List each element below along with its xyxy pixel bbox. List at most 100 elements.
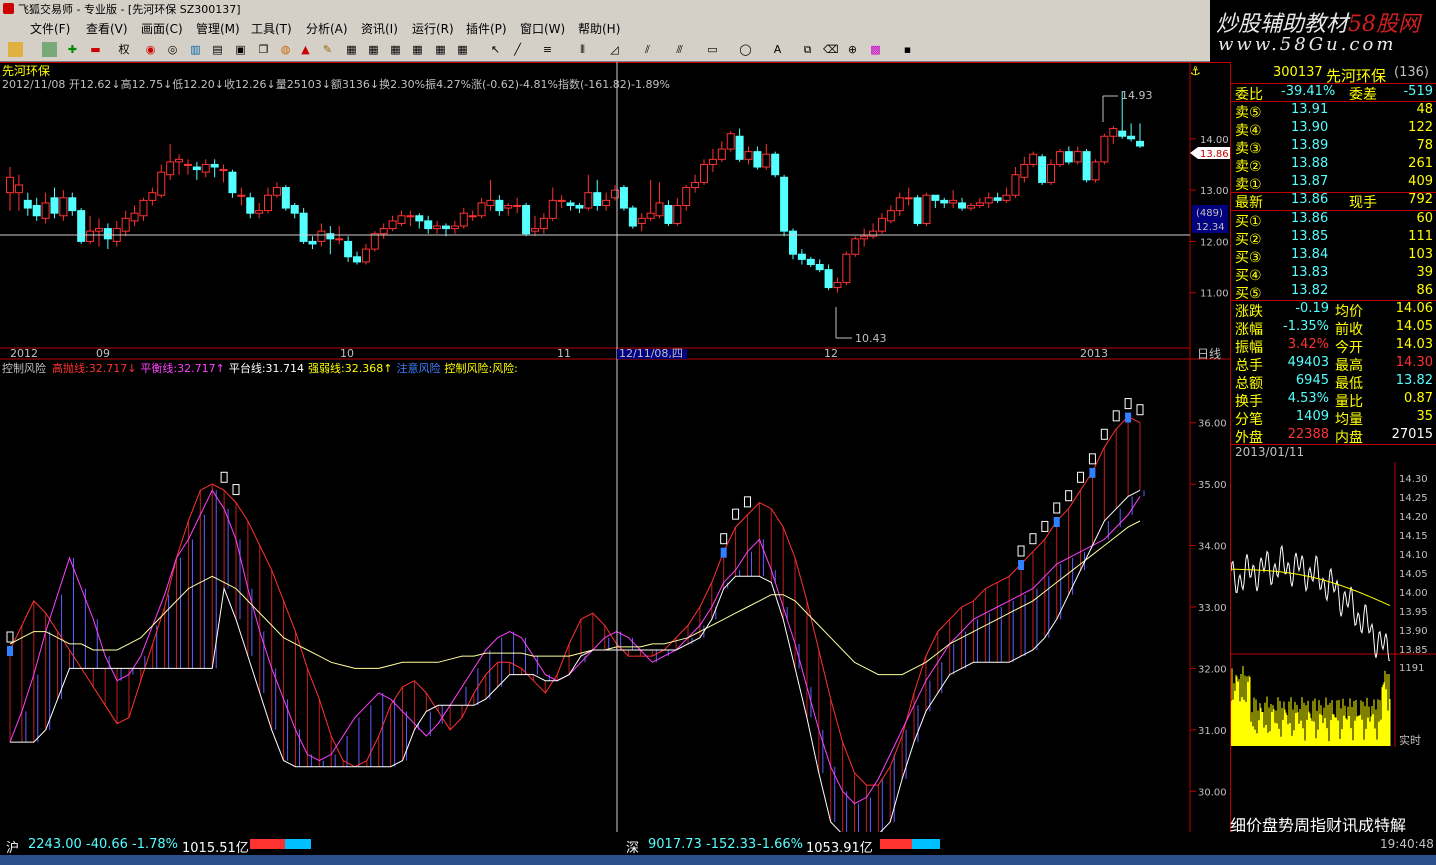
copy-icon[interactable]: ⧉ — [800, 42, 815, 57]
layout5-icon[interactable]: ▦ — [433, 42, 448, 57]
candle-body — [1029, 153, 1038, 165]
candle-body — [975, 202, 984, 206]
sz-updown-bar-blue — [912, 839, 940, 849]
candle-body — [895, 197, 904, 212]
candle-body — [441, 225, 450, 230]
channel-tool-icon[interactable]: ⫽ — [640, 42, 655, 57]
candle-body — [1047, 163, 1056, 183]
brand-url: www.58Gu.com — [1218, 34, 1397, 55]
candle-body — [290, 205, 299, 214]
period-label[interactable]: 日线 — [1197, 347, 1221, 361]
indicator-tick-label: 32.00 — [1198, 664, 1227, 675]
candle-body — [219, 169, 228, 172]
candle-body — [130, 212, 139, 222]
anchor-icon[interactable]: ⚓ — [1190, 64, 1201, 78]
clock: 19:40:48 — [1380, 837, 1434, 851]
realtime-label[interactable]: 实时 — [1399, 733, 1421, 747]
candle-body — [806, 258, 815, 265]
candle-body — [815, 263, 824, 271]
candle-body — [361, 248, 370, 263]
quan-button[interactable]: 权 — [112, 42, 136, 57]
menu-run[interactable]: 运行(R) — [412, 20, 454, 37]
candle-body — [255, 210, 264, 214]
text-tool-icon[interactable]: A — [770, 42, 785, 57]
intraday-chart[interactable]: 14.30 14.25 14.20 14.15 14.10 14.05 14.00 13.95… — [1231, 462, 1436, 752]
candle-body — [281, 187, 290, 209]
intraday-tick-label: 14.30 — [1399, 474, 1428, 485]
hline-tool-icon[interactable]: ≡ — [540, 42, 555, 57]
indicator-tick-label: 35.00 — [1198, 480, 1227, 491]
glasses-icon[interactable]: ◉ — [143, 42, 158, 57]
candle-body — [183, 163, 192, 166]
intraday-axis: 14.30 14.25 14.20 14.15 14.10 14.05 14.00 13.95… — [1399, 474, 1428, 656]
layout2-icon[interactable]: ▦ — [366, 42, 381, 57]
db-icon[interactable]: ▤ — [210, 42, 225, 57]
menu-tools[interactable]: 工具(T) — [251, 20, 292, 37]
candle-body — [1082, 151, 1091, 181]
candle-body — [504, 205, 513, 209]
buy-row: 买⑤ 13.82 86 — [1235, 283, 1433, 302]
sh-updown-bar-red — [250, 839, 285, 849]
globe-icon[interactable]: ◍ — [278, 42, 293, 57]
indicator-tick-label: 30.00 — [1198, 787, 1227, 798]
alarm-icon[interactable]: ▲ — [298, 42, 313, 57]
grid-icon[interactable] — [42, 42, 57, 57]
candle-body — [1020, 163, 1029, 178]
window-icon[interactable]: ❐ — [256, 42, 271, 57]
taskbar — [0, 855, 1436, 865]
menu-help[interactable]: 帮助(H) — [578, 20, 620, 37]
sh-label: 沪 — [6, 841, 20, 856]
fan-tool-icon[interactable]: ◿ — [607, 42, 622, 57]
candle-body — [993, 197, 1002, 201]
candle-body — [1127, 135, 1136, 140]
menu-file[interactable]: 文件(F) — [30, 20, 70, 37]
candle-body — [673, 205, 682, 224]
layout3-icon[interactable]: ▦ — [388, 42, 403, 57]
compare-icon[interactable]: ◎ — [165, 42, 180, 57]
open-icon[interactable] — [8, 42, 23, 57]
layout1-icon[interactable]: ▦ — [344, 42, 359, 57]
rect-tool-icon[interactable]: ▭ — [705, 42, 720, 57]
pointer-icon[interactable]: ↖ — [488, 42, 503, 57]
warning-marker-fill — [1089, 467, 1096, 478]
candle-body — [166, 161, 175, 176]
lock-icon[interactable]: ⊕ — [845, 42, 860, 57]
chart-icon[interactable]: ▥ — [188, 42, 203, 57]
add-icon[interactable]: ✚ — [65, 42, 80, 57]
chart-area[interactable]: 14.00 13.00 12.00 11.00 36.00 35.00 34.00 33.0… — [0, 62, 1230, 832]
stat-row: 换手 4.53% 量比 0.87 — [1235, 391, 1433, 410]
sz-change: -152.33 — [706, 837, 757, 852]
candle-body — [495, 199, 504, 212]
candle-body — [32, 205, 41, 217]
candle-body — [602, 199, 611, 207]
line-tool-icon[interactable]: ╱ — [510, 42, 525, 57]
tools-icon[interactable]: ✎ — [320, 42, 335, 57]
remove-icon[interactable]: ▬ — [88, 42, 103, 57]
save-icon[interactable]: ▪ — [900, 42, 915, 57]
menu-screen[interactable]: 画面(C) — [141, 20, 183, 37]
menu-view[interactable]: 查看(V) — [86, 20, 128, 37]
menu-manage[interactable]: 管理(M) — [196, 20, 240, 37]
candle-body — [913, 197, 922, 224]
candle-body — [94, 228, 103, 232]
layout4-icon[interactable]: ▦ — [410, 42, 425, 57]
candle-body — [192, 166, 201, 171]
color-icon[interactable]: ▩ — [868, 42, 883, 57]
menu-plugins[interactable]: 插件(P) — [466, 20, 507, 37]
vline-tool-icon[interactable]: ⦀ — [575, 42, 590, 57]
date-11: 11 — [557, 347, 571, 360]
parallel-tool-icon[interactable]: ⫻ — [672, 42, 687, 57]
menu-analysis[interactable]: 分析(A) — [306, 20, 348, 37]
layout6-icon[interactable]: ▦ — [455, 42, 470, 57]
ellipse-tool-icon[interactable]: ◯ — [738, 42, 753, 57]
eraser-icon[interactable]: ⌫ — [823, 42, 839, 57]
candle-body — [237, 194, 246, 197]
latest-row: 最新 13.86 现手 792 — [1235, 192, 1433, 211]
candle-body — [539, 217, 548, 230]
candle-body — [877, 217, 886, 232]
app-logo-icon — [3, 3, 14, 14]
cube-icon[interactable]: ▣ — [233, 42, 248, 57]
candle-body — [530, 228, 539, 232]
menu-window[interactable]: 窗口(W) — [520, 20, 565, 37]
menu-info[interactable]: 资讯(I) — [361, 20, 398, 37]
